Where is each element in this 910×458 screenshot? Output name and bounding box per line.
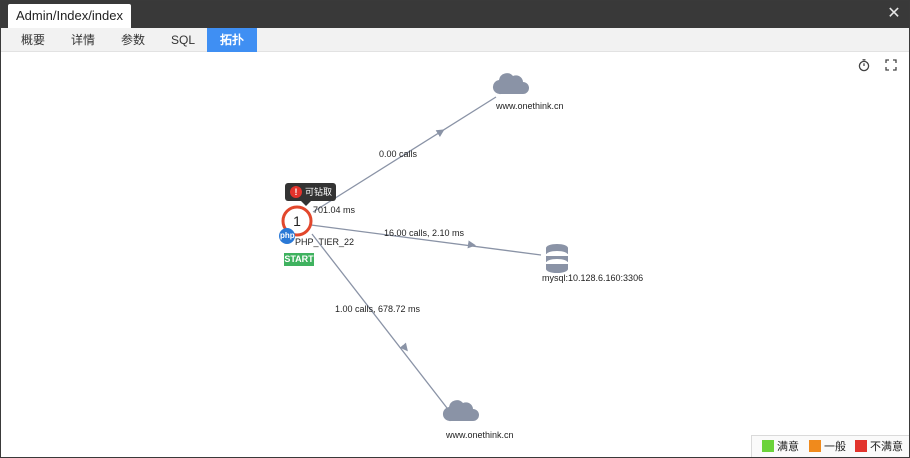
window-title: Admin/Index/index	[8, 4, 131, 28]
target-name: mysql:10.128.6.160:3306	[542, 273, 644, 283]
warning-icon: !	[290, 186, 302, 198]
close-icon[interactable]: ✕	[885, 5, 903, 23]
legend: 满意 一般 不满意	[751, 435, 909, 457]
topology-canvas: 1 php PHP_TIER_22 701.04 ms START ! 可钻取 …	[1, 52, 909, 457]
title-bar: Admin/Index/index ✕	[1, 1, 909, 28]
start-badge: START	[284, 253, 314, 266]
edge-label: 0.00 calls	[379, 149, 418, 159]
database-icon[interactable]	[546, 244, 568, 273]
legend-label: 一般	[824, 441, 846, 453]
app-node-name: PHP_TIER_22	[295, 237, 355, 247]
edge-label: 1.00 calls, 678.72 ms	[335, 304, 421, 314]
tab-topology[interactable]: 拓扑	[207, 28, 257, 52]
edge-label: 16.00 calls, 2.10 ms	[384, 228, 465, 238]
legend-swatch	[762, 440, 774, 452]
topology-graph	[279, 73, 568, 422]
tab-details[interactable]: 详情	[63, 28, 103, 52]
legend-label: 满意	[777, 441, 799, 453]
tab-bar: 概要 详情 参数 SQL 拓扑	[1, 28, 909, 52]
tab-params[interactable]: 参数	[113, 28, 153, 52]
php-badge: php	[280, 231, 295, 240]
legend-label: 不满意	[870, 441, 903, 453]
app-node-count: 1	[293, 213, 301, 229]
target-name: www.onethink.cn	[446, 430, 514, 440]
target-name: www.onethink.cn	[496, 101, 564, 111]
edge-to-onethink-bottom	[311, 233, 448, 409]
cloud-icon[interactable]	[492, 73, 529, 95]
tooltip-text: 可钻取	[305, 187, 333, 197]
legend-item: 不满意	[855, 440, 903, 454]
cloud-icon[interactable]	[442, 400, 479, 422]
tooltip-arrow	[301, 201, 311, 206]
legend-item: 满意	[762, 440, 799, 454]
legend-swatch	[809, 440, 821, 452]
legend-swatch	[855, 440, 867, 452]
legend-item: 一般	[809, 440, 846, 454]
topology-window: Admin/Index/index ✕ 概要 详情 参数 SQL 拓扑 1 ph…	[0, 0, 910, 458]
app-node-time: 701.04 ms	[313, 205, 356, 215]
drilldown-tooltip[interactable]: ! 可钻取	[285, 183, 336, 206]
tab-overview[interactable]: 概要	[13, 28, 53, 52]
tab-sql[interactable]: SQL	[163, 28, 203, 52]
